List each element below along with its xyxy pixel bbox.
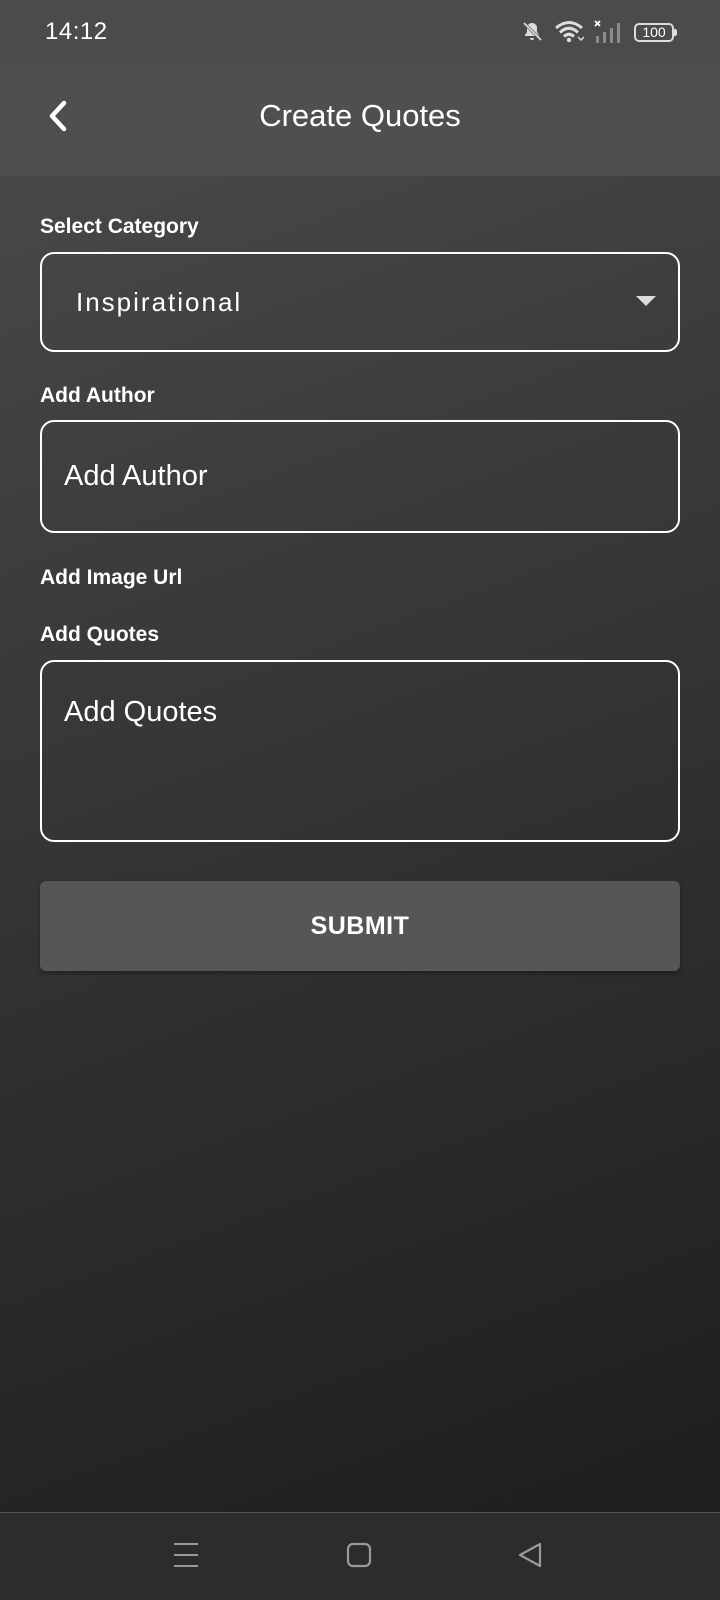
- nav-back-button[interactable]: [510, 1537, 550, 1577]
- status-icons: 100: [520, 18, 677, 46]
- back-triangle-icon: [517, 1541, 543, 1574]
- author-input[interactable]: [40, 420, 680, 533]
- category-selected-value: Inspirational: [76, 287, 243, 317]
- home-square-icon: [346, 1542, 372, 1573]
- quotes-label: Add Quotes: [40, 623, 159, 646]
- nav-home-button[interactable]: [339, 1537, 379, 1577]
- wifi-icon: [554, 20, 584, 44]
- signal-icon: [594, 20, 624, 44]
- app-bar: Create Quotes: [0, 64, 720, 176]
- author-label: Add Author: [40, 384, 155, 407]
- battery-level: 100: [642, 24, 666, 40]
- battery-icon: 100: [634, 22, 677, 42]
- status-bar: 14:12 100: [0, 0, 720, 64]
- submit-button[interactable]: SUBMIT: [40, 881, 680, 971]
- status-time: 14:12: [45, 18, 108, 45]
- system-nav-bar: [0, 1512, 720, 1600]
- dropdown-arrow-icon: [636, 296, 656, 306]
- bell-muted-icon: [520, 20, 544, 44]
- category-select[interactable]: Inspirational: [40, 252, 680, 352]
- image-url-label: Add Image Url: [40, 566, 183, 589]
- category-label: Select Category: [40, 215, 199, 238]
- menu-icon: [172, 1541, 200, 1574]
- nav-recents-button[interactable]: [166, 1537, 206, 1577]
- quotes-textarea[interactable]: [40, 660, 680, 842]
- page-title: Create Quotes: [259, 98, 461, 133]
